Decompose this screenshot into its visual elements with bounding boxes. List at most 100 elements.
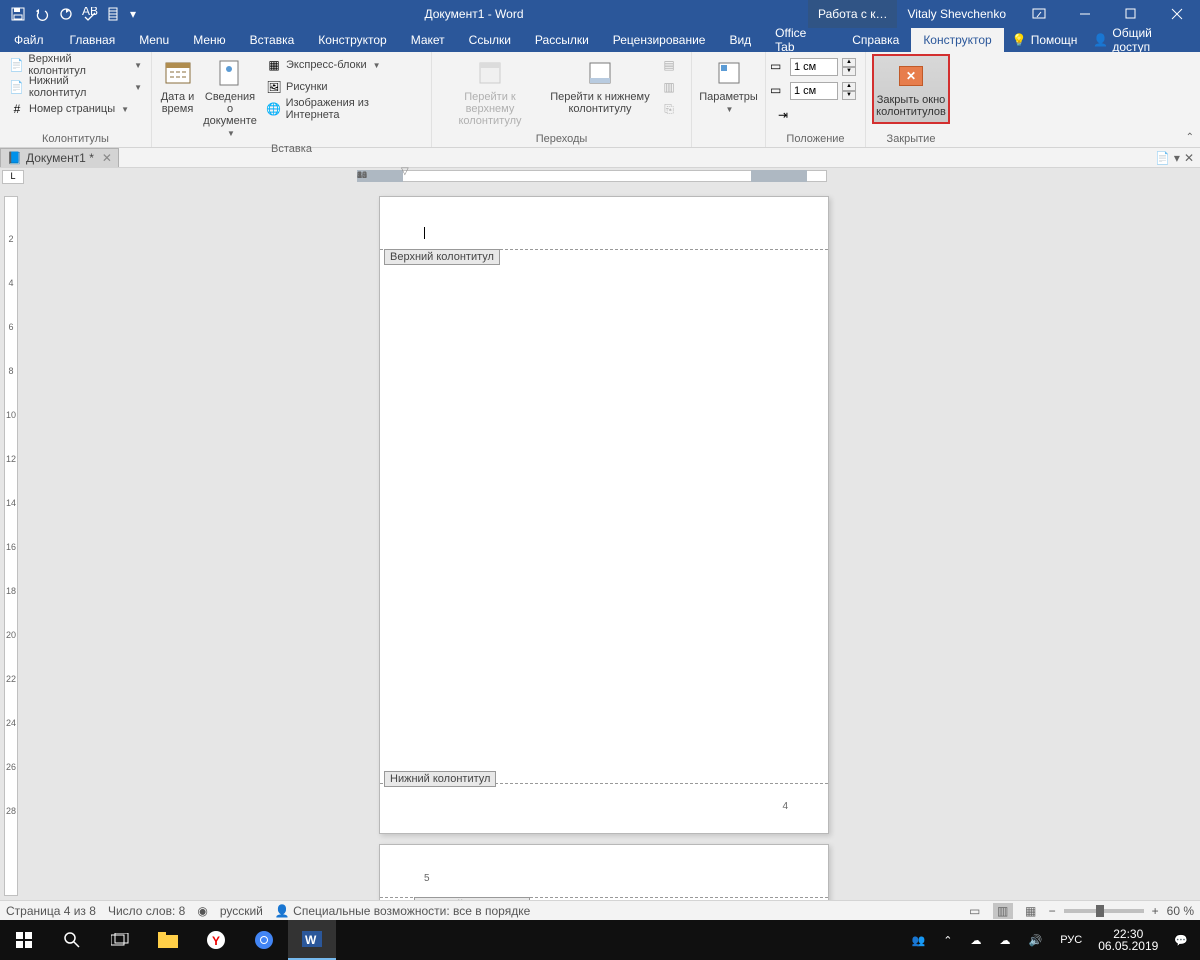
tab-references[interactable]: Ссылки [457,28,523,52]
page-number: 5 [424,873,430,884]
people-button[interactable]: 👥 [904,934,934,947]
header-from-top-value[interactable]: 1 см [790,58,838,76]
onedrive-icon[interactable]: ☁ [963,934,990,947]
undo-button[interactable] [30,0,54,28]
footer-from-bottom[interactable]: ▭ 1 см ▲▼ [770,80,856,102]
share-icon: 👤 [1093,33,1108,47]
yandex-button[interactable]: Y [192,920,240,960]
maximize-button[interactable] [1108,0,1154,28]
page-number: 4 [782,801,788,812]
options-button[interactable]: Параметры▼ [697,54,761,117]
tell-me[interactable]: 💡 Помощн [1004,28,1086,52]
online-pictures-button[interactable]: 🌐Изображения из Интернета [261,98,427,120]
search-button[interactable] [48,920,96,960]
tab-menu2[interactable]: Меню [181,28,237,52]
quick-parts-icon: ▦ [266,57,282,73]
close-header-footer-button[interactable]: ✕ Закрыть окно колонтитулов [872,54,950,124]
action-center-icon[interactable]: 💬 [1166,934,1196,947]
new-doc-button[interactable]: 📄 [1155,151,1170,165]
tray-chevron[interactable]: ⌃ [935,934,960,947]
group-options: Параметры▼ [692,52,766,147]
tab-officetab[interactable]: Office Tab [763,28,840,52]
zoom-out[interactable]: − [1049,904,1056,918]
indent-marker[interactable]: ▽ [401,166,409,177]
qat-dropdown[interactable]: ▾ [126,0,140,28]
zoom-level[interactable]: 60 % [1167,904,1194,918]
ribbon: 📄Верхний колонтитул▼ 📄Нижний колонтитул▼… [0,52,1200,148]
status-lang[interactable]: русский [220,904,263,918]
footer-from-bottom-value[interactable]: 1 см [790,82,838,100]
ribbon-display-button[interactable] [1016,0,1062,28]
spin-up[interactable]: ▲ [842,82,856,91]
next-button: ▥ [656,76,682,98]
tab-insert[interactable]: Вставка [238,28,307,52]
ribbon-collapse-button[interactable]: ⌃ [1186,132,1194,143]
horizontal-ruler[interactable]: 2 2 4 6 8 10 12 14 16 18 ▽ [357,168,827,184]
save-button[interactable] [6,0,30,28]
redo-button[interactable] [54,0,78,28]
tab-review[interactable]: Рецензирование [601,28,718,52]
status-words[interactable]: Число слов: 8 [108,904,185,918]
options-icon [713,57,745,89]
share-button[interactable]: 👤 Общий доступ [1085,28,1200,52]
file-button[interactable] [102,0,126,28]
page[interactable]: 5 Верхний колонтитул [379,844,829,900]
spin-down[interactable]: ▼ [842,67,856,76]
tab-menu[interactable]: Menu [127,28,181,52]
date-time-button[interactable]: Дата и время [156,54,199,118]
quick-parts-button[interactable]: ▦Экспресс-блоки▼ [261,54,427,76]
minimize-button[interactable] [1062,0,1108,28]
view-print-button[interactable]: ▥ [993,903,1013,919]
tab-hf-design[interactable]: Конструктор [911,28,1003,52]
status-accessibility[interactable]: 👤 Специальные возможности: все в порядке [275,904,530,918]
pictures-button[interactable]: 🖼Рисунки [261,76,427,98]
header-button[interactable]: 📄Верхний колонтитул▼ [4,54,147,76]
explorer-button[interactable] [144,920,192,960]
page[interactable]: Верхний колонтитул Нижний колонтитул 4 [379,196,829,834]
doc-info-button[interactable]: Сведения о документе▼ [201,54,259,141]
text-cursor [424,227,425,239]
spin-down[interactable]: ▼ [842,91,856,100]
doctabs-close-all[interactable]: ✕ [1184,151,1194,165]
tab-home[interactable]: Главная [58,28,128,52]
start-button[interactable] [0,920,48,960]
tab-file[interactable]: Файл [0,28,58,52]
svg-text:W: W [305,933,317,947]
close-button[interactable] [1154,0,1200,28]
previous-button: ▤ [656,54,682,76]
doctabs-dropdown[interactable]: ▾ [1174,151,1180,165]
lang-indicator[interactable]: РУС [1052,934,1090,946]
vertical-ruler[interactable] [0,186,22,900]
tab-selector[interactable]: L [2,170,24,184]
tab-layout[interactable]: Макет [399,28,457,52]
status-page[interactable]: Страница 4 из 8 [6,904,96,918]
tab-design[interactable]: Конструктор [306,28,398,52]
spin-up[interactable]: ▲ [842,58,856,67]
task-view-button[interactable] [96,920,144,960]
header-from-top[interactable]: ▭ 1 см ▲▼ [770,56,856,78]
tab-view[interactable]: Вид [717,28,763,52]
document-canvas[interactable]: Верхний колонтитул Нижний колонтитул 4 5… [22,186,1200,900]
footer-button[interactable]: 📄Нижний колонтитул▼ [4,76,147,98]
insert-tab-button[interactable]: ⇥ [770,104,796,126]
chrome-button[interactable] [240,920,288,960]
doc-tab[interactable]: 📘 Документ1 * ✕ [0,148,119,167]
volume-icon[interactable]: 🔊 [1021,934,1051,947]
goto-footer-button[interactable]: Перейти к нижнему колонтитулу [546,54,654,118]
zoom-thumb[interactable] [1096,905,1104,917]
word-button[interactable]: W [288,920,336,960]
onedrive2-icon[interactable]: ☁ [992,934,1019,947]
view-web-button[interactable]: ▦ [1021,903,1041,919]
view-read-button[interactable]: ▭ [965,903,985,919]
tab-mailings[interactable]: Рассылки [523,28,601,52]
page-number-button[interactable]: #Номер страницы▼ [4,98,134,120]
online-picture-icon: 🌐 [266,101,282,117]
group-headers-footers: 📄Верхний колонтитул▼ 📄Нижний колонтитул▼… [0,52,152,147]
zoom-in[interactable]: + [1152,904,1159,918]
status-record[interactable]: ◉ [197,904,207,918]
spellcheck-button[interactable]: ABC [78,0,102,28]
tab-help[interactable]: Справка [840,28,911,52]
doc-tab-close[interactable]: ✕ [102,151,112,165]
zoom-slider[interactable] [1064,909,1144,913]
clock[interactable]: 22:30 06.05.2019 [1092,928,1164,952]
